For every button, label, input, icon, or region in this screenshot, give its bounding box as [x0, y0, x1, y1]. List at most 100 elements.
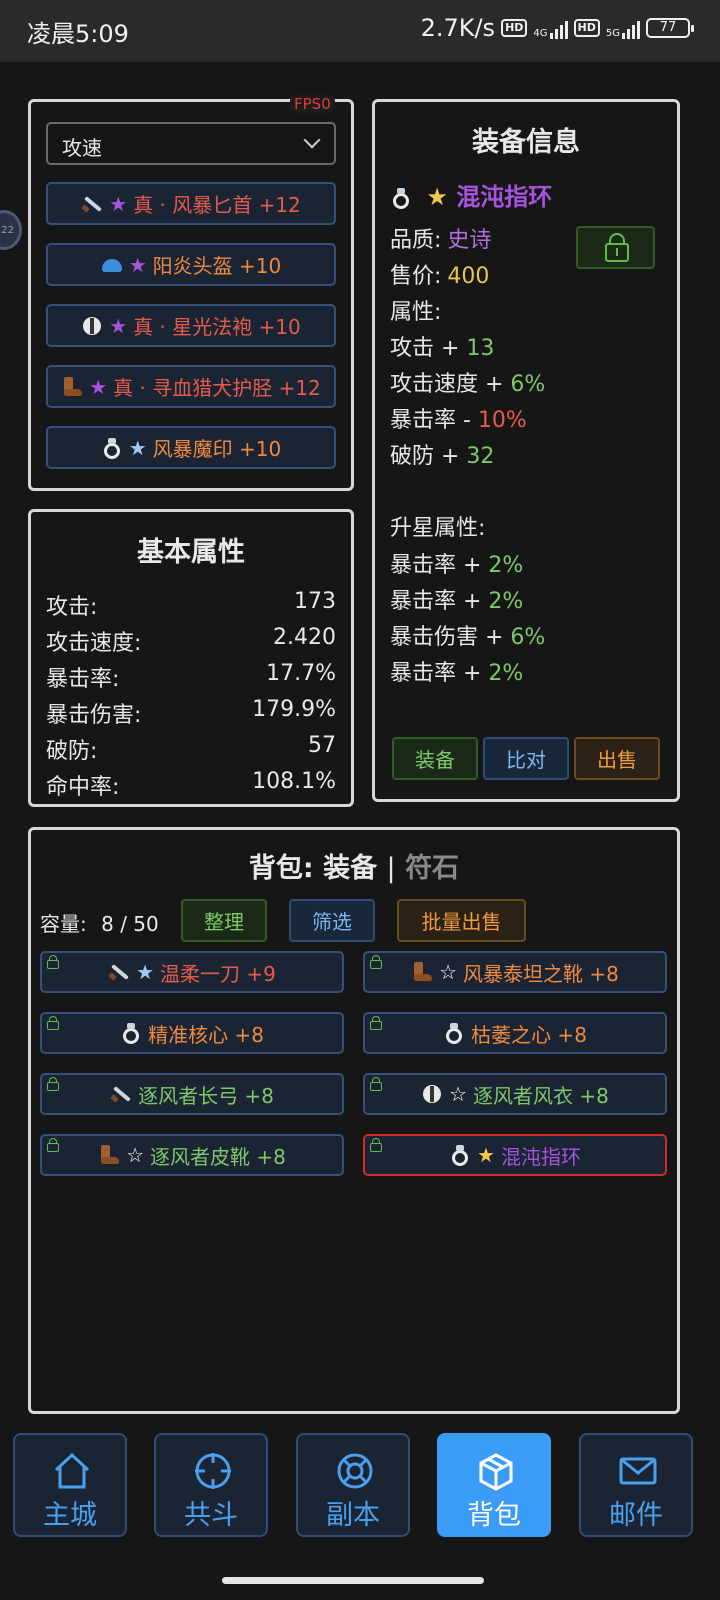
item-name: 枯萎之心 +8	[471, 1022, 587, 1047]
item-name: 逐风者皮靴 +8	[150, 1144, 286, 1169]
signal-5g-icon: 5G	[606, 17, 640, 39]
bag-item[interactable]: 枯萎之心 +8	[363, 1012, 667, 1054]
stat-filter-select[interactable]: 攻速	[46, 122, 336, 165]
bag-item[interactable]: ★ 温柔一刀 +9	[40, 951, 344, 993]
signal-4g-icon: 4G	[533, 17, 568, 39]
battery-icon: 77	[646, 18, 694, 38]
item-name: 风暴泰坦之靴 +8	[463, 961, 619, 986]
nav-bag[interactable]: 背包	[437, 1433, 551, 1537]
sort-button[interactable]: 整理	[181, 899, 267, 942]
price-line: 售价: 400	[390, 264, 490, 289]
item-name: 逐风者风衣 +8	[473, 1083, 609, 1108]
stat-row-attack: 攻击: 173	[46, 589, 336, 620]
item-name: 真 · 寻血猎犬护胫 +12	[113, 376, 321, 400]
nav-coop[interactable]: 共斗	[154, 1433, 268, 1537]
ring-icon	[443, 1022, 465, 1044]
ring-icon	[101, 437, 123, 459]
bag-item[interactable]: ☆ 逐风者皮靴 +8	[40, 1134, 344, 1176]
attr-line: 攻击 + 13	[390, 336, 495, 361]
capacity-label: 容量:	[40, 912, 87, 936]
star-icon: ★	[89, 374, 108, 399]
fps-counter: FPS0	[290, 95, 335, 113]
attr-line: 攻击速度 + 6%	[390, 372, 546, 397]
crosshair-icon	[195, 1453, 231, 1489]
equip-button[interactable]: 装备	[392, 737, 478, 780]
nav-dungeon[interactable]: 副本	[296, 1433, 410, 1537]
hd-icon: HD	[501, 19, 528, 37]
lock-icon	[604, 233, 630, 263]
quality-value: 史诗	[447, 228, 492, 253]
item-name: 混沌指环	[500, 1144, 581, 1169]
dagger-icon	[108, 961, 130, 983]
tab-rune[interactable]: 符石	[405, 853, 459, 884]
nav-label: 副本	[326, 1500, 380, 1531]
nav-mail[interactable]: 邮件	[579, 1433, 693, 1537]
star-icon: ★	[128, 435, 147, 460]
capacity: 容量: 8 / 50	[40, 908, 159, 937]
equipped-ring[interactable]: ★ 风暴魔印 +10	[46, 426, 336, 469]
hd-icon-2: HD	[573, 19, 600, 37]
equipped-helmet[interactable]: ★ 阳炎头盔 +10	[46, 243, 336, 286]
lock-icon	[369, 1138, 383, 1152]
base-stats-title: 基本属性	[137, 537, 245, 568]
home-icon	[54, 1452, 90, 1489]
package-icon	[479, 1453, 513, 1491]
home-indicator[interactable]	[222, 1577, 484, 1584]
equipped-armor[interactable]: ★ 真 · 星光法袍 +10	[46, 304, 336, 347]
stat-row-hit-rate: 命中率: 108.1%	[46, 769, 336, 800]
lock-icon	[369, 1016, 383, 1030]
capacity-value: 8 / 50	[101, 912, 159, 936]
filter-button[interactable]: 筛选	[289, 899, 375, 942]
lock-icon	[46, 955, 60, 969]
star-icon: ★	[136, 960, 155, 984]
star-attr-line: 暴击率 + 2%	[390, 553, 524, 578]
sell-button[interactable]: 出售	[574, 737, 660, 780]
bag-item[interactable]: 逐风者长弓 +8	[40, 1073, 344, 1115]
star-attr-label: 升星属性:	[390, 516, 486, 541]
star-outline-icon: ☆	[126, 1143, 145, 1167]
lifebuoy-icon	[337, 1453, 373, 1489]
bag-item[interactable]: ☆ 逐风者风衣 +8	[363, 1073, 667, 1115]
status-bar: 凌晨5:09 2.7K/s HD 4G HD 5G 77	[0, 0, 720, 62]
compare-button[interactable]: 比对	[483, 737, 569, 780]
nav-home[interactable]: 主城	[13, 1433, 127, 1537]
bag-item[interactable]: ☆ 风暴泰坦之靴 +8	[363, 951, 667, 993]
network-speed: 2.7K/s	[420, 14, 496, 42]
bag-item[interactable]: 精准核心 +8	[40, 1012, 344, 1054]
equipped-weapon[interactable]: ★ 真 · 风暴匕首 +12	[46, 182, 336, 225]
mail-icon	[619, 1457, 657, 1485]
item-name: 真 · 星光法袍 +10	[133, 315, 301, 339]
star-icon: ★	[109, 191, 128, 216]
star-icon: ★	[426, 183, 448, 211]
tab-equipment[interactable]: 装备	[323, 853, 377, 884]
quality-line: 品质: 史诗	[390, 228, 492, 253]
floating-bubble[interactable]: 22	[0, 210, 22, 250]
dagger-icon	[81, 193, 103, 215]
star-outline-icon: ☆	[449, 1082, 468, 1106]
star-attr-line: 暴击伤害 + 6%	[390, 625, 546, 650]
equip-info-item: ★ 混沌指环	[390, 177, 552, 212]
coat-icon	[421, 1083, 443, 1105]
star-icon: ★	[477, 1143, 495, 1167]
boot-icon	[98, 1144, 120, 1166]
star-attr-line: 暴击率 + 2%	[390, 661, 524, 686]
ring-icon	[449, 1144, 471, 1166]
status-icons: 2.7K/s HD 4G HD 5G 77	[420, 14, 694, 42]
bulk-sell-button[interactable]: 批量出售	[397, 899, 526, 942]
item-name: 真 · 风暴匕首 +12	[133, 193, 301, 217]
item-name: 风暴魔印 +10	[152, 437, 282, 461]
boot-icon	[61, 376, 83, 398]
star-icon: ★	[128, 252, 147, 277]
attr-line: 破防 + 32	[390, 444, 495, 469]
attr-label: 属性:	[390, 300, 442, 325]
robe-icon	[81, 315, 103, 337]
lock-icon	[369, 955, 383, 969]
lock-button[interactable]	[576, 226, 655, 269]
star-icon: ★	[109, 313, 128, 338]
item-name: 阳炎头盔 +10	[152, 254, 282, 278]
stat-filter-value: 攻速	[62, 136, 102, 160]
boot-icon	[411, 961, 433, 983]
bag-item-selected[interactable]: ★ 混沌指环	[363, 1134, 667, 1176]
equipped-boots[interactable]: ★ 真 · 寻血猎犬护胫 +12	[46, 365, 336, 408]
equip-info-title: 装备信息	[472, 127, 580, 158]
